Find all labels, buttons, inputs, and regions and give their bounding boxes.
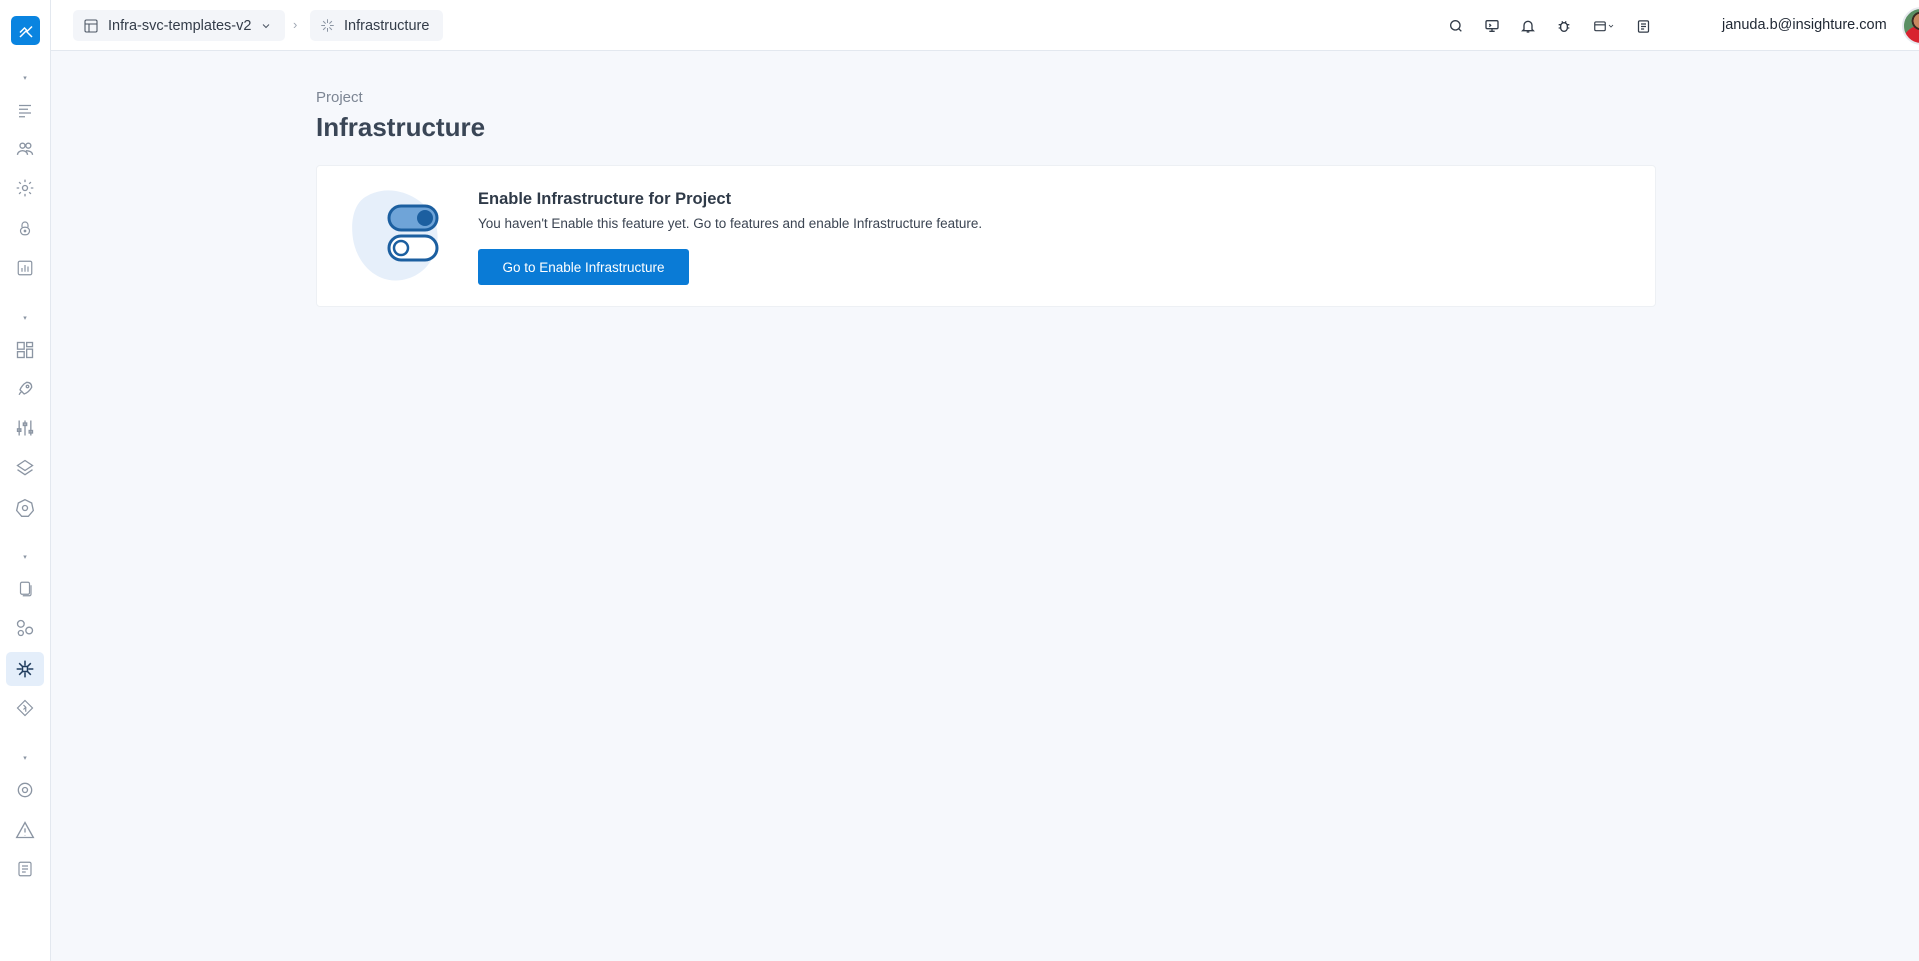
bell-icon [1521,20,1535,33]
sidebar-item-overview[interactable] [6,93,44,127]
sidebar-item-environments[interactable] [6,451,44,485]
project-selector[interactable]: Infra-svc-templates-v2 [73,10,285,41]
search-button[interactable] [1446,16,1466,36]
page-eyebrow: Project [316,89,363,106]
search-icon [1450,20,1462,32]
section-divider: ▾ [23,315,27,322]
bug-icon [1558,21,1570,32]
documents-icon [19,581,32,597]
page-title: Infrastructure [316,112,486,142]
breadcrumb-separator-icon: › [293,17,298,32]
section-divider: ▾ [23,755,27,762]
monitor-icon [1485,19,1499,32]
sidebar-item-components[interactable] [6,611,44,645]
calendar-icon [1594,21,1606,32]
bar-chart-icon [17,260,33,276]
empty-state-card: Enable Infrastructure for Project You ha… [316,165,1656,307]
chevron-down-icon [263,23,270,28]
sidebar-item-kubernetes[interactable] [6,491,44,525]
sidebar-item-settings[interactable] [6,171,44,205]
sidebar-item-deployments[interactable] [6,372,44,406]
sidebar-item-git[interactable] [6,691,44,725]
breadcrumb-current[interactable]: Infrastructure [310,10,443,41]
lock-icon [19,221,31,236]
sidebar-item-documents[interactable] [6,572,44,606]
report-bug-button[interactable] [1554,16,1574,36]
infrastructure-icon [16,660,34,678]
components-icon [16,619,34,637]
empty-state-title: Enable Infrastructure for Project [478,190,732,208]
empty-state-description: You haven't Enable this feature yet. Go … [478,216,983,231]
docs-button[interactable] [1633,16,1653,36]
sidebar-item-dashboard[interactable] [6,333,44,367]
sidebar-item-configuration[interactable] [6,411,44,445]
breadcrumb-label: Infrastructure [344,17,430,34]
sidebar: ▾ ▾ ▾ ▾ [0,0,51,961]
section-divider: ▾ [23,554,27,561]
org-switcher-button[interactable] [1589,16,1619,36]
sidebar-item-members[interactable] [6,132,44,166]
layers-icon [16,459,34,476]
user-email[interactable]: januda.b@insighture.com [1722,17,1887,33]
git-icon [16,699,34,717]
project-name: Infra-svc-templates-v2 [108,17,252,34]
sidebar-item-infrastructure[interactable] [6,652,44,686]
top-bar: Infra-svc-templates-v2 › Infrastructure … [51,0,1919,51]
warning-icon [15,821,35,839]
sidebar-item-logs[interactable] [6,852,44,886]
sliders-icon [16,420,34,436]
avatar[interactable] [1902,7,1919,45]
list-icon [19,104,31,118]
logo-icon [18,25,33,38]
infrastructure-icon [321,19,334,32]
chevron-down-icon [1608,24,1614,28]
cloud-shell-button[interactable] [1482,16,1502,36]
users-icon [16,142,34,155]
document-icon [1637,19,1649,33]
sidebar-item-analytics[interactable] [6,251,44,285]
dashboard-icon [16,341,34,359]
kubernetes-icon [15,498,35,517]
sidebar-item-alerts[interactable] [6,813,44,847]
toggle-switch-illustration [352,190,439,281]
app-logo[interactable] [11,16,40,45]
notifications-button[interactable] [1518,16,1538,36]
settings-icon [17,782,33,798]
section-divider: ▾ [23,75,27,82]
project-icon [84,18,98,33]
rocket-icon [18,381,33,396]
sidebar-item-security[interactable] [6,211,44,245]
gear-icon [16,179,34,197]
sidebar-item-system-settings[interactable] [6,773,44,807]
notes-icon [18,861,32,877]
enable-infrastructure-button[interactable]: Go to Enable Infrastructure [478,249,689,285]
